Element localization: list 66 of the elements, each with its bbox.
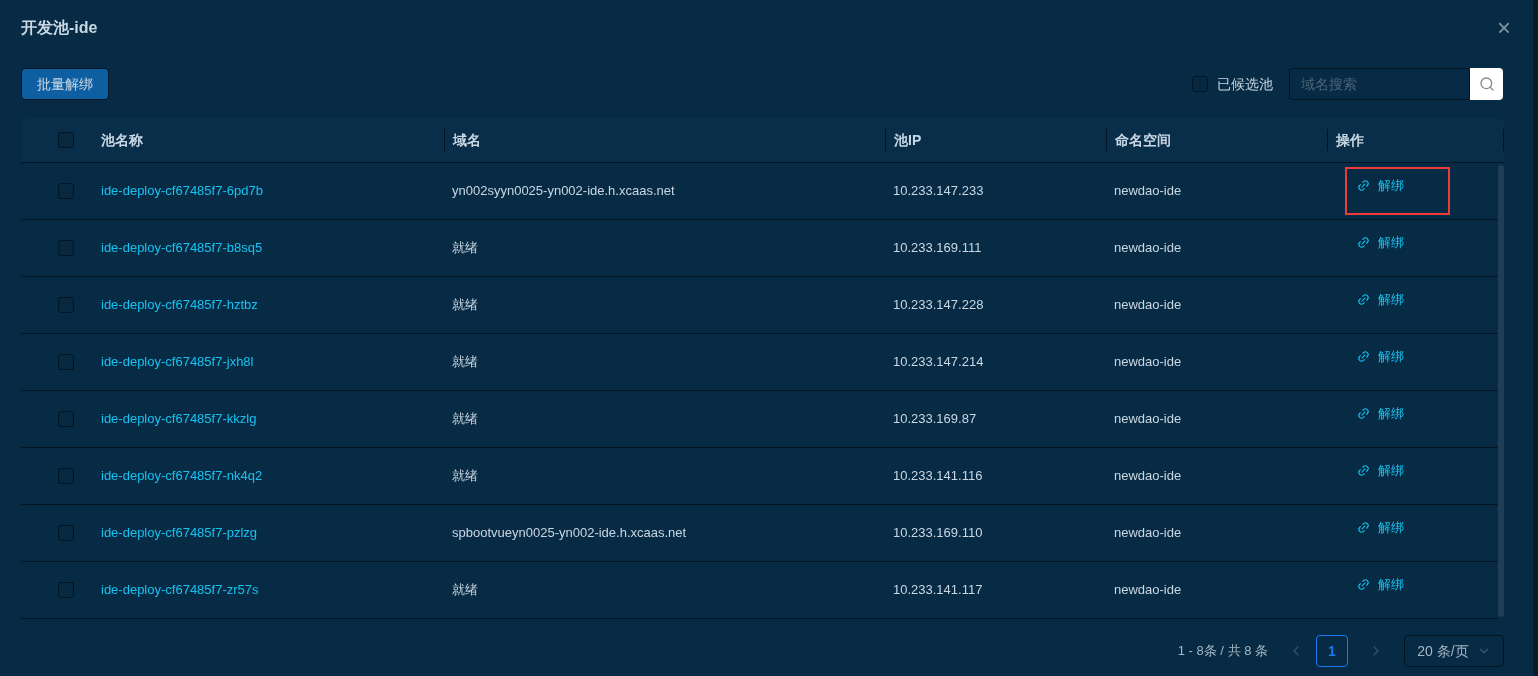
domain-cell-text: 就绪 bbox=[452, 353, 479, 372]
pool-name-link[interactable]: ide-deploy-cf67485f7-pzlzg bbox=[101, 523, 452, 543]
checkbox[interactable] bbox=[58, 132, 74, 148]
namespace-cell-text: newdao-ide bbox=[1114, 524, 1183, 543]
pool-name-link[interactable]: ide-deploy-cf67485f7-jxh8l bbox=[101, 352, 452, 372]
pool-name-link[interactable]: ide-deploy-cf67485f7-nk4q2 bbox=[101, 466, 452, 486]
column-header: 池IP bbox=[894, 130, 922, 150]
page-size-select[interactable]: 20 条/页 bbox=[1404, 635, 1504, 667]
domain-cell-text: 就绪 bbox=[452, 410, 479, 429]
unbind-link[interactable]: 解绑 bbox=[1357, 290, 1404, 310]
namespace-cell-text: newdao-ide bbox=[1114, 410, 1183, 429]
ip-cell-text: 10.233.141.116 bbox=[893, 467, 984, 486]
checkbox[interactable] bbox=[58, 525, 74, 541]
domain-cell-text: 就绪 bbox=[452, 296, 479, 315]
domain-cell-text: 就绪 bbox=[452, 467, 479, 486]
domain-cell-text: 就绪 bbox=[452, 239, 479, 258]
checkbox[interactable] bbox=[58, 468, 74, 484]
unbind-link[interactable]: 解绑 bbox=[1357, 176, 1404, 196]
pool-name-link[interactable]: ide-deploy-cf67485f7-hztbz bbox=[101, 295, 452, 315]
page-button[interactable]: 1 bbox=[1316, 635, 1348, 667]
namespace-cell-text: newdao-ide bbox=[1114, 296, 1183, 315]
namespace-cell-text: newdao-ide bbox=[1114, 467, 1183, 486]
ip-cell-text: 10.233.141.117 bbox=[893, 581, 984, 600]
search-icon bbox=[1478, 76, 1495, 92]
domain-cell-text: yn002syyn0025-yn002-ide.h.xcaas.net bbox=[452, 182, 676, 201]
column-header: 操作 bbox=[1336, 130, 1364, 150]
namespace-cell-text: newdao-ide bbox=[1114, 182, 1183, 201]
column-header: 命名空间 bbox=[1115, 130, 1171, 150]
ip-cell-text: 10.233.147.214 bbox=[893, 353, 985, 372]
checkbox-label: 已候选池 bbox=[1217, 74, 1273, 94]
checkbox[interactable] bbox=[58, 582, 74, 598]
ip-cell-text: 10.233.169.111 bbox=[893, 239, 983, 258]
pool-name-link[interactable]: ide-deploy-cf67485f7-zr57s bbox=[101, 580, 452, 600]
checkbox[interactable] bbox=[58, 240, 74, 256]
domain-cell-text: 就绪 bbox=[452, 581, 479, 600]
column-header: 域名 bbox=[453, 130, 481, 150]
namespace-cell-text: newdao-ide bbox=[1114, 581, 1183, 600]
checkbox[interactable] bbox=[58, 354, 74, 370]
pool-name-link[interactable]: ide-deploy-cf67485f7-kkzlg bbox=[101, 409, 452, 429]
namespace-cell-text: newdao-ide bbox=[1114, 239, 1183, 258]
unbind-link[interactable]: 解绑 bbox=[1357, 461, 1404, 481]
checkbox[interactable] bbox=[58, 183, 74, 199]
search-button[interactable] bbox=[1470, 68, 1503, 100]
unbind-link[interactable]: 解绑 bbox=[1357, 575, 1404, 595]
ip-cell-text: 10.233.169.87 bbox=[893, 410, 978, 429]
checkbox[interactable] bbox=[58, 297, 74, 313]
close-button[interactable]: × bbox=[1497, 16, 1511, 40]
dialog-title: 开发池-ide bbox=[21, 18, 98, 38]
pool-name-link[interactable]: ide-deploy-cf67485f7-b8sq5 bbox=[101, 238, 452, 258]
batch-unbind-button[interactable]: 批量解绑 bbox=[21, 68, 109, 100]
scrollbar[interactable] bbox=[1498, 165, 1504, 617]
search-field[interactable]: 域名搜索 bbox=[1289, 68, 1470, 100]
unbind-link[interactable]: 解绑 bbox=[1357, 518, 1404, 538]
unbind-link[interactable]: 解绑 bbox=[1357, 233, 1404, 253]
unbind-link[interactable]: 解绑 bbox=[1357, 404, 1404, 424]
checkbox[interactable] bbox=[1192, 76, 1208, 92]
namespace-cell-text: newdao-ide bbox=[1114, 353, 1183, 372]
checkbox[interactable] bbox=[58, 411, 74, 427]
ip-cell-text: 10.233.169.110 bbox=[893, 524, 984, 543]
domain-cell-text: spbootvueyn0025-yn002-ide.h.xcaas.net bbox=[452, 524, 688, 543]
pool-name-link[interactable]: ide-deploy-cf67485f7-6pd7b bbox=[101, 181, 452, 201]
pagination-summary: 1 - 8条 / 共 8 条 bbox=[1177, 642, 1268, 661]
ip-cell-text: 10.233.147.228 bbox=[893, 296, 985, 315]
ip-cell-text: 10.233.147.233 bbox=[893, 182, 985, 201]
unbind-link[interactable]: 解绑 bbox=[1357, 347, 1404, 367]
column-header: 池名称 bbox=[101, 130, 143, 150]
